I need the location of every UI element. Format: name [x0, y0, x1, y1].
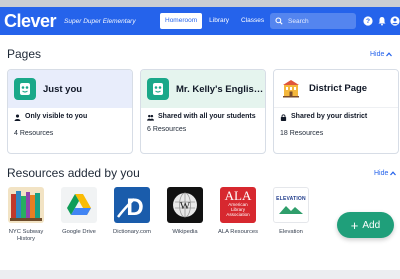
resource-label: NYC Subway History — [8, 229, 44, 242]
ala-icon: ALA American Library Association — [220, 187, 256, 223]
resource-label: ALA Resources — [218, 229, 258, 235]
wikipedia-icon: W — [167, 187, 203, 223]
dictionary-icon: D — [114, 187, 150, 223]
pages-hide-toggle[interactable]: Hide — [370, 51, 393, 58]
resource-ala-resources[interactable]: ALA American Library Association ALA Res… — [218, 187, 258, 236]
books-icon — [8, 187, 44, 223]
lock-icon — [280, 114, 287, 121]
add-button-label: Add — [362, 219, 381, 231]
resource-label: Dictionary.com — [113, 229, 151, 235]
svg-text:D: D — [126, 194, 143, 221]
plus-icon: + — [350, 217, 359, 233]
card-visibility: Only visible to you — [25, 113, 88, 120]
user-icon[interactable] — [389, 15, 400, 27]
add-button[interactable]: + Add — [337, 212, 394, 238]
chevron-up-icon — [386, 52, 393, 57]
bell-icon[interactable] — [376, 15, 388, 27]
card-visibility: Shared by your district — [291, 113, 368, 120]
svg-text:W: W — [180, 200, 191, 212]
resource-nyc-subway-history[interactable]: NYC Subway History — [6, 187, 46, 243]
resource-google-drive[interactable]: Google Drive — [59, 187, 99, 236]
group-icon — [147, 114, 154, 121]
clever-logo[interactable]: Clever — [4, 12, 57, 30]
ala-logo-text: ALA — [224, 188, 252, 203]
page-card-district-page[interactable]: District Page Shared by your district 18… — [273, 69, 399, 154]
resources-heading: Resources added by you — [7, 166, 140, 180]
search-placeholder: Search — [288, 17, 309, 25]
card-resource-count: 18 Resources — [280, 129, 324, 137]
pages-heading: Pages — [7, 47, 42, 61]
person-icon — [14, 114, 21, 121]
tab-library[interactable]: Library — [204, 13, 234, 29]
elevation-logo-text: ELEVATION — [276, 196, 306, 202]
chevron-up-icon — [390, 171, 397, 176]
elevation-icon: ELEVATION — [273, 187, 309, 223]
window-bottom-edge — [0, 270, 400, 279]
resource-label: Elevation — [279, 229, 303, 235]
card-title: Mr. Kelly's English… — [176, 83, 265, 95]
resource-label: Wikipedia — [172, 229, 198, 235]
page-card-mr-kellys-english[interactable]: Mr. Kelly's English… Shared with all you… — [140, 69, 266, 154]
hide-label: Hide — [370, 51, 385, 58]
flashcard-app-icon — [14, 78, 36, 100]
resource-wikipedia[interactable]: W Wikipedia — [165, 187, 205, 236]
card-header: District Page — [274, 70, 398, 108]
card-resource-count: 4 Resources — [14, 129, 54, 137]
card-resource-count: 6 Resources — [147, 125, 187, 133]
card-title: District Page — [309, 83, 368, 94]
resource-label: Google Drive — [62, 229, 96, 235]
help-icon[interactable]: ? — [362, 15, 374, 27]
svg-text:?: ? — [366, 18, 370, 25]
flashcard-app-icon — [147, 78, 169, 100]
search-input[interactable]: Search — [270, 13, 356, 29]
tab-classes[interactable]: Classes — [236, 13, 269, 29]
top-navigation-bar: Clever Super Duper Elementary Homeroom L… — [0, 7, 400, 35]
resources-hide-toggle[interactable]: Hide — [374, 170, 397, 177]
page-card-just-you[interactable]: Just you Only visible to you 4 Resources — [7, 69, 133, 154]
resource-elevation[interactable]: ELEVATION Elevation — [271, 187, 311, 236]
main-nav: Homeroom Library Classes — [160, 11, 269, 31]
card-header: Just you — [8, 70, 132, 108]
building-icon — [280, 77, 302, 100]
google-drive-icon — [61, 187, 97, 223]
card-visibility: Shared with all your students — [158, 113, 256, 120]
search-icon — [275, 17, 283, 25]
hide-label: Hide — [374, 170, 389, 177]
school-name: Super Duper Elementary — [64, 17, 136, 25]
window-frame — [0, 0, 400, 7]
resource-dictionary-com[interactable]: D Dictionary.com — [112, 187, 152, 236]
card-title: Just you — [43, 83, 83, 95]
card-header: Mr. Kelly's English… — [141, 70, 265, 108]
tab-homeroom[interactable]: Homeroom — [160, 13, 203, 29]
